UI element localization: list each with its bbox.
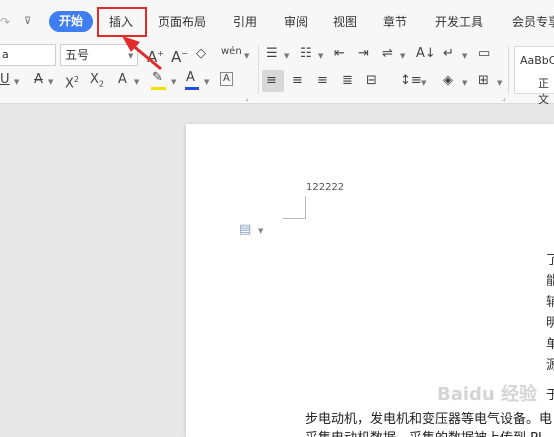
font-size-dropdown-icon[interactable]: ▼ — [128, 52, 133, 60]
body-text-char: 源 — [546, 358, 554, 373]
numbered-list-dropdown-icon[interactable]: ▼ — [318, 52, 323, 60]
clear-format-icon[interactable]: ◇ — [196, 46, 206, 62]
header-text[interactable]: 122222 — [306, 182, 344, 193]
tab-section[interactable]: 章节 — [383, 12, 407, 32]
char-border-icon[interactable]: A — [220, 72, 233, 86]
toolbar-separator — [508, 46, 509, 94]
font-group-expand-icon[interactable]: ⌟ — [245, 90, 249, 106]
shrink-font-icon[interactable]: A− — [171, 46, 188, 65]
font-color-bar — [185, 87, 199, 90]
numbered-list-icon[interactable]: ☷ — [300, 46, 312, 62]
borders-dropdown-icon[interactable]: ▼ — [497, 79, 502, 87]
tab-insert[interactable]: 插入 — [109, 12, 133, 32]
tab-page-layout[interactable]: 页面布局 — [158, 12, 206, 32]
shading-icon[interactable]: ◈ — [443, 73, 453, 89]
tab-home[interactable]: 开始 — [49, 11, 93, 32]
highlight-color-bar — [151, 87, 166, 90]
highlight-dropdown-icon[interactable]: ▼ — [171, 78, 176, 86]
phonetic-dropdown-icon[interactable]: ▼ — [244, 52, 249, 60]
font-color-dropdown-icon[interactable]: ▼ — [204, 78, 209, 86]
font-color-icon[interactable]: A — [186, 70, 195, 86]
highlight-icon[interactable]: ✎ — [152, 70, 163, 86]
line-spacing-dropdown-icon[interactable]: ▼ — [421, 79, 426, 87]
align-left-icon[interactable]: ≡ — [266, 73, 277, 89]
quick-access-menu-icon[interactable]: ⊽ — [24, 12, 31, 32]
document-icon-dropdown[interactable]: ▼ — [258, 227, 263, 235]
toolbar-separator — [258, 46, 259, 94]
ribbon-toolbar: a 五号 ▼ A+ A− ◇ wén ▼ U ▼ A ▼ X2 X2 A ▼ ✎… — [0, 42, 554, 107]
superscript-icon[interactable]: X2 — [65, 72, 79, 92]
body-text-char: 辅 — [546, 295, 554, 310]
style-name-normal[interactable]: 正文 — [538, 75, 554, 107]
text-effect-icon[interactable]: A — [118, 72, 127, 88]
document-icon[interactable]: ▤ — [239, 222, 251, 237]
distribute-icon[interactable]: ⊟ — [366, 73, 377, 89]
paragraph-mark-dropdown-icon[interactable]: ▼ — [462, 52, 467, 60]
tab-developer[interactable]: 开发工具 — [435, 12, 483, 32]
decrease-indent-icon[interactable]: ⇤ — [334, 46, 345, 62]
phonetic-guide-icon[interactable]: wén — [221, 44, 242, 60]
grow-font-icon[interactable]: A+ — [147, 46, 164, 65]
font-name-box[interactable]: a — [0, 44, 56, 66]
strikethrough-dropdown-icon[interactable]: ▼ — [48, 78, 53, 86]
borders-icon[interactable]: ⊞ — [478, 73, 489, 89]
body-text-char: 了 — [546, 253, 554, 268]
align-center-icon[interactable]: ≡ — [292, 73, 303, 89]
text-direction-icon[interactable]: ⇌ — [382, 46, 393, 62]
style-preview: AaBbC — [520, 54, 554, 67]
text-effect-dropdown-icon[interactable]: ▼ — [134, 78, 139, 86]
body-text-line: 步电动机，发电机和变压器等电气设备。电 — [305, 412, 553, 427]
tab-review[interactable]: 审阅 — [284, 12, 308, 32]
line-spacing-icon[interactable]: ↕≡ — [400, 73, 422, 89]
increase-indent-icon[interactable]: ⇥ — [358, 46, 369, 62]
margin-corner-mark — [305, 196, 306, 219]
justify-icon[interactable]: ≣ — [342, 73, 353, 89]
subscript-icon[interactable]: X2 — [90, 72, 104, 93]
align-right-icon[interactable]: ≡ — [317, 73, 328, 89]
ribbon-tabbar: ↷ ⊽ 开始 插入 页面布局 引用 审阅 视图 章节 开发工具 会员专享 — [0, 0, 554, 42]
tab-references[interactable]: 引用 — [233, 12, 257, 32]
sort-icon[interactable]: A↓ — [416, 46, 436, 62]
margin-corner-mark — [283, 218, 306, 219]
underline-icon[interactable]: U — [0, 72, 10, 88]
tab-ruler-icon[interactable]: ▭ — [478, 46, 490, 62]
body-text-char: 于 — [546, 388, 554, 403]
watermark-logo: Baidu 经验 — [437, 384, 538, 405]
tab-member[interactable]: 会员专享 — [512, 12, 554, 32]
paragraph-mark-icon[interactable]: ↵ — [443, 46, 454, 62]
body-text-line: 采集电动机数据，采集的数据被上传到 PL — [305, 427, 545, 437]
font-size-box[interactable]: 五号 — [60, 44, 138, 66]
tab-view[interactable]: 视图 — [333, 12, 357, 32]
bullet-list-dropdown-icon[interactable]: ▼ — [284, 52, 289, 60]
shading-dropdown-icon[interactable]: ▼ — [462, 79, 467, 87]
text-direction-dropdown-icon[interactable]: ▼ — [400, 52, 405, 60]
underline-dropdown-icon[interactable]: ▼ — [14, 78, 19, 86]
paragraph-group-expand-icon[interactable]: ⌟ — [502, 90, 506, 106]
body-text-char: 能 — [546, 274, 554, 289]
bullet-list-icon[interactable]: ☰ — [266, 46, 278, 62]
body-text-char: 单 — [546, 337, 554, 352]
strikethrough-icon[interactable]: A — [34, 72, 43, 88]
redo-icon[interactable]: ↷ — [0, 12, 10, 32]
body-text-char: 明 — [546, 316, 554, 331]
